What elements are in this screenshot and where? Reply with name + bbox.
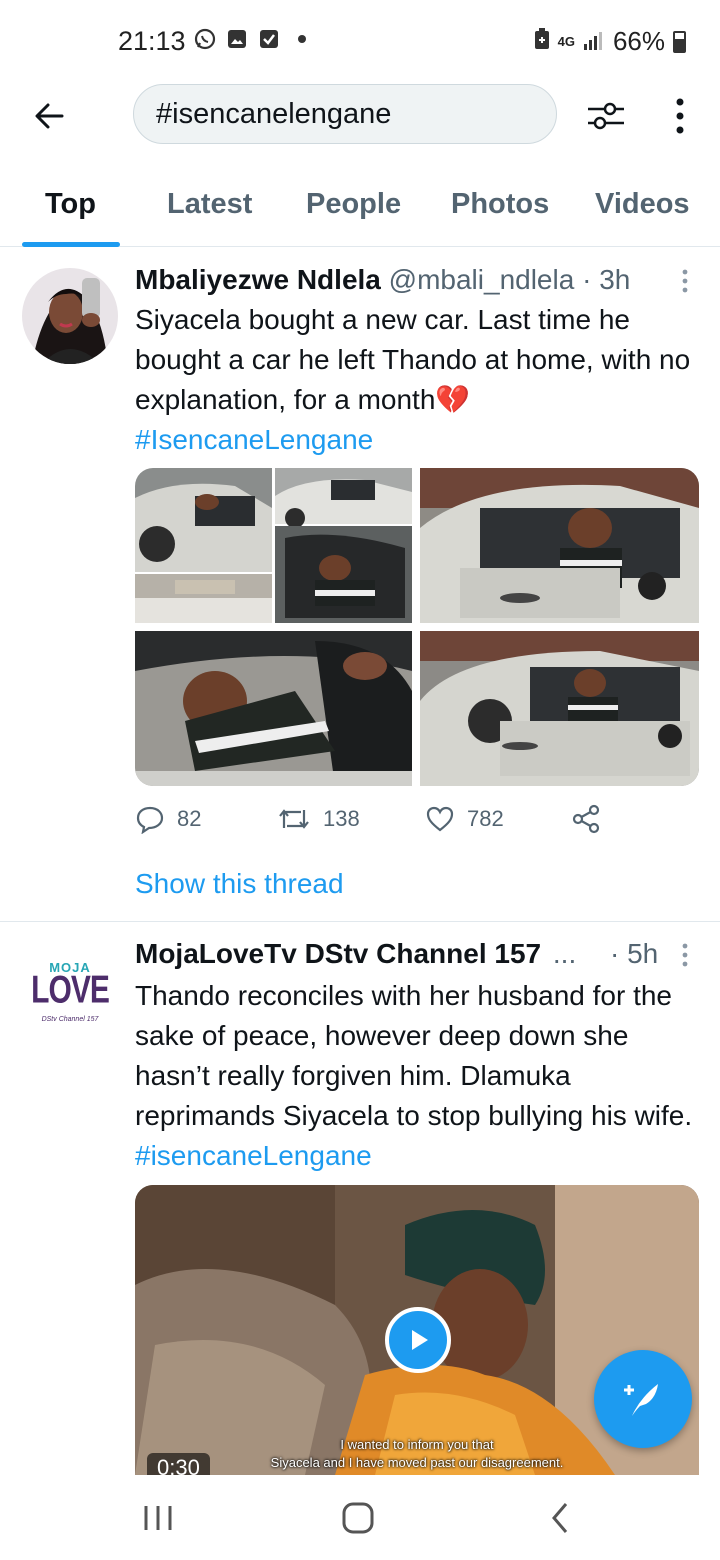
retweet-count: 138 — [323, 806, 360, 831]
avatar[interactable]: MOJA LOVE DStv Channel 157 — [22, 944, 118, 1040]
whatsapp-icon — [194, 28, 216, 50]
checkbox-icon — [258, 28, 280, 50]
share-button[interactable] — [571, 804, 601, 834]
active-tab-indicator — [22, 242, 120, 247]
photo-2[interactable] — [420, 468, 699, 623]
signal-icon — [583, 26, 605, 57]
hashtag-link[interactable]: #isencaneLengane — [135, 1140, 372, 1171]
search-filter-button[interactable] — [584, 94, 628, 138]
search-tabs: Top Latest People Photos Videos — [0, 170, 720, 247]
battery-icon — [673, 30, 686, 53]
search-query: #isencanelengane — [156, 97, 392, 130]
more-vertical-icon — [676, 98, 684, 134]
gallery-icon — [226, 28, 248, 50]
battery-percent: 66% — [612, 26, 665, 56]
timestamp[interactable]: 5h — [627, 938, 658, 969]
photo-1[interactable] — [135, 468, 412, 623]
separator: · — [582, 264, 592, 295]
tweet-body: Thando reconciles with her husband for t… — [135, 980, 693, 1131]
status-bar: 21:13 4G 66% — [0, 0, 720, 80]
play-icon — [412, 1330, 428, 1350]
play-button[interactable] — [385, 1307, 451, 1373]
tweet-actions: 82 138 782 — [135, 804, 695, 844]
back-button[interactable] — [28, 94, 72, 138]
tab-videos[interactable]: Videos — [595, 188, 690, 221]
name-truncation: ... — [552, 938, 577, 969]
home-icon — [342, 1502, 374, 1534]
author-handle[interactable]: @mbali_ndlela — [389, 264, 575, 295]
more-vertical-icon — [682, 943, 688, 967]
tab-photos[interactable]: Photos — [451, 188, 549, 221]
avatar-logo-text: DStv Channel 157 — [41, 1016, 99, 1023]
like-button[interactable]: 782 — [425, 804, 504, 834]
more-vertical-icon — [682, 269, 688, 293]
tweet[interactable]: Mbaliyezwe Ndlela @mbali_ndlela · 3h Siy… — [0, 248, 720, 922]
video-duration: 0:30 — [147, 1453, 210, 1475]
hashtag-link[interactable]: #IsencaneLengane — [135, 424, 373, 455]
author-name[interactable]: MojaLoveTv DStv Channel 157 — [135, 938, 541, 969]
system-nav-bar — [0, 1476, 720, 1560]
retweet-button[interactable]: 138 — [277, 804, 360, 834]
photo-3[interactable] — [135, 631, 412, 786]
clock: 21:13 — [118, 26, 186, 56]
photo-4[interactable] — [420, 631, 699, 786]
sliders-icon — [588, 102, 624, 130]
reply-count: 82 — [177, 806, 202, 831]
show-thread-link[interactable]: Show this thread — [135, 868, 344, 900]
recent-apps-button[interactable] — [138, 1500, 178, 1536]
tab-people[interactable]: People — [306, 188, 401, 221]
recent-apps-icon — [144, 1506, 172, 1530]
search-input[interactable]: #isencanelengane — [133, 84, 557, 144]
battery-saver-icon — [534, 26, 550, 57]
chevron-left-icon — [552, 1503, 568, 1533]
tweet-text: Siyacela bought a new car. Last time he … — [135, 300, 705, 460]
search-header: #isencanelengane — [0, 80, 720, 160]
tweet-more-button[interactable] — [680, 268, 690, 294]
compose-feather-icon — [624, 1384, 658, 1416]
home-button[interactable] — [338, 1500, 378, 1536]
avatar-logo-text: LOVE — [31, 968, 110, 1012]
reply-icon — [136, 806, 164, 834]
heart-icon — [426, 806, 454, 832]
tweet-more-button[interactable] — [680, 942, 690, 968]
share-icon — [572, 804, 600, 834]
tweet-text: Thando reconciles with her husband for t… — [135, 976, 705, 1176]
retweet-icon — [279, 809, 309, 829]
separator: · — [610, 938, 620, 969]
compose-tweet-button[interactable] — [594, 1350, 692, 1448]
tab-top[interactable]: Top — [45, 188, 96, 221]
overflow-menu-button[interactable] — [668, 94, 692, 138]
tweet-body: Siyacela bought a new car. Last time he … — [135, 304, 691, 415]
system-back-button[interactable] — [540, 1500, 580, 1536]
video-caption: Siyacela and I have moved past our disag… — [270, 1455, 564, 1470]
network-type: 4G — [557, 33, 575, 49]
arrow-left-icon — [35, 103, 64, 129]
reply-button[interactable]: 82 — [135, 804, 201, 834]
dot-icon — [298, 35, 306, 43]
author-name[interactable]: Mbaliyezwe Ndlela — [135, 264, 381, 295]
media-grid — [135, 468, 699, 786]
tab-latest[interactable]: Latest — [167, 188, 252, 221]
avatar[interactable] — [22, 268, 118, 364]
timestamp[interactable]: 3h — [599, 264, 630, 295]
like-count: 782 — [467, 806, 504, 831]
